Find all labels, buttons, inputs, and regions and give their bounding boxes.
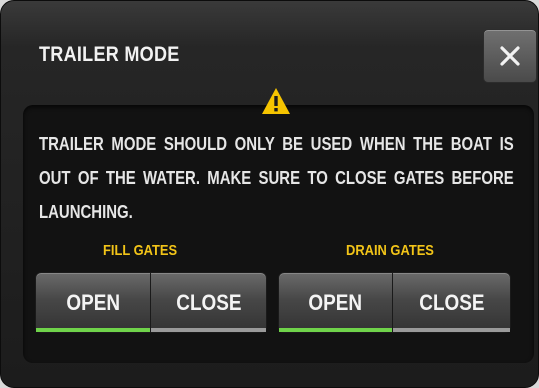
warning-message: TRAILER MODE SHOULD ONLY BE USED WHEN TH…: [39, 134, 514, 222]
fill-gates-open-label: OPEN: [66, 289, 120, 315]
dialog-title: TRAILER MODE: [39, 43, 180, 66]
drain-gates-close-indicator: [393, 328, 510, 332]
drain-gates-open-label: OPEN: [308, 289, 363, 315]
close-button[interactable]: [483, 29, 537, 83]
drain-gates-open-button[interactable]: OPEN: [278, 272, 393, 333]
trailer-mode-dialog: TRAILER MODE TRAILER MODE SHOULD ONLY BE…: [0, 0, 539, 388]
fill-gates-open-indicator: [36, 328, 150, 332]
fill-gates-label: FILL GATES: [103, 242, 178, 259]
drain-gates-open-indicator: [279, 328, 392, 332]
drain-gates-close-button[interactable]: CLOSE: [392, 272, 511, 333]
fill-gates-close-label: CLOSE: [175, 289, 242, 315]
fill-gates-close-indicator: [151, 328, 266, 332]
close-icon: [500, 46, 520, 66]
drain-gates-close-label: CLOSE: [418, 289, 485, 315]
drain-gates-label: DRAIN GATES: [346, 242, 434, 259]
fill-gates-open-button[interactable]: OPEN: [35, 272, 151, 333]
fill-gates-close-button[interactable]: CLOSE: [150, 272, 267, 333]
warning-triangle-icon: [262, 88, 290, 114]
